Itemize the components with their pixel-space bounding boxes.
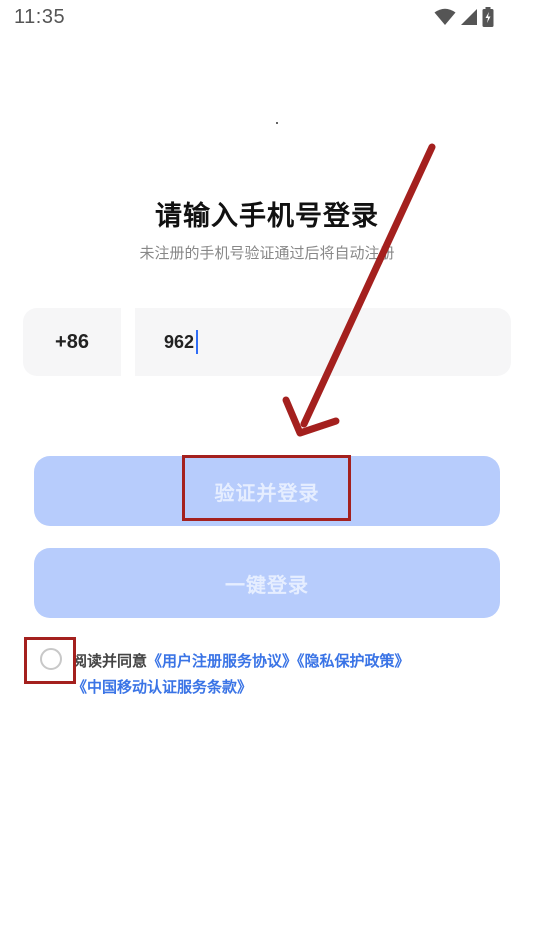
page-subtitle: 未注册的手机号验证通过后将自动注册 [139, 244, 395, 262]
wifi-icon [434, 8, 456, 26]
phone-input[interactable]: 962 [135, 308, 511, 376]
phone-input-value: 962 [164, 331, 195, 352]
text-caret [196, 330, 199, 354]
status-icons [434, 6, 494, 28]
signal-icon [460, 8, 478, 26]
privacy-policy-link[interactable]: 《隐私保护政策》 [297, 652, 410, 670]
cmcc-auth-terms-link[interactable]: 《中国移动认证服务条款》 [72, 678, 252, 696]
decorative-dot [276, 122, 278, 124]
agreement-prefix: 阅读并同意 [72, 652, 148, 670]
status-bar: 11:35 [0, 0, 534, 36]
battery-charging-icon [482, 7, 494, 27]
user-agreement-link[interactable]: 《用户注册服务协议》 [147, 652, 297, 670]
annotation-highlight-checkbox [24, 637, 76, 684]
one-click-login-button[interactable]: 一键登录 [34, 548, 500, 618]
status-time: 11:35 [14, 6, 66, 28]
annotation-highlight-verify [182, 455, 351, 521]
agreement-text: 阅读并同意《用户注册服务协议》《隐私保护政策》《中国移动认证服务条款》 [72, 648, 492, 700]
country-code-selector[interactable]: +86 [23, 308, 121, 376]
country-code-label: +86 [55, 330, 89, 353]
page-title: 请输入手机号登录 [155, 201, 379, 232]
